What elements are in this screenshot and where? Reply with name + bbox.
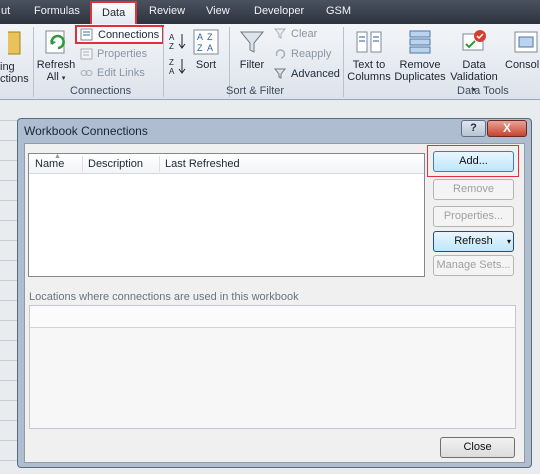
connections-icon [80, 28, 93, 41]
edit-links-button[interactable]: Edit Links [80, 67, 145, 79]
svg-text:A: A [197, 32, 203, 42]
group-separator [33, 27, 34, 97]
tab-gsm[interactable]: GSM [326, 5, 351, 17]
svg-text:Z: Z [207, 32, 213, 42]
grid-line [0, 240, 18, 241]
grid-line [0, 300, 18, 301]
grid-line [0, 440, 18, 441]
ribbon: ing ctions Refresh All ▾ Connections Pro… [0, 24, 540, 100]
connections-list[interactable]: ▲ Name Description Last Refreshed [28, 153, 425, 277]
group-separator [343, 27, 344, 97]
locations-list[interactable] [29, 305, 516, 429]
text-to-columns-button[interactable]: Text to Columns [347, 28, 391, 83]
group-separator [163, 27, 164, 97]
consolidate-button[interactable]: Consol [505, 28, 540, 71]
grid-line [0, 160, 18, 161]
group-label-connections: Connections [70, 85, 132, 97]
text-to-columns-icon [356, 31, 382, 53]
column-separator [159, 156, 160, 172]
reapply-icon [275, 49, 286, 59]
grid-line [0, 120, 18, 121]
link-icon [80, 70, 93, 76]
sort-za-button[interactable]: Z A [168, 57, 188, 78]
properties-icon [80, 48, 93, 60]
dialog-title: Workbook Connections [24, 124, 148, 138]
grid-line [0, 140, 18, 141]
existing-connections-button[interactable]: ing ctions [0, 28, 30, 85]
sort-ascending-icon: A Z [169, 33, 186, 51]
sort-button[interactable]: A Z Z A Sort [191, 28, 221, 71]
manage-sets-button[interactable]: Manage Sets... [433, 255, 514, 276]
svg-text:Z: Z [197, 43, 203, 53]
connections-button[interactable]: Connections [75, 25, 165, 44]
remove-duplicates-icon [409, 30, 431, 54]
sort-dialog-icon: A Z Z A [193, 29, 219, 55]
clear-button[interactable]: Clear [274, 27, 317, 40]
tab-developer[interactable]: Developer [254, 5, 304, 17]
svg-text:A: A [207, 43, 213, 53]
svg-text:Z: Z [169, 42, 174, 50]
grid-line [0, 420, 18, 421]
chevron-down-icon: ▾ [61, 75, 66, 82]
help-button[interactable]: ? [461, 120, 486, 137]
column-header-name[interactable]: Name [35, 158, 64, 170]
properties-button[interactable]: Properties [80, 48, 147, 60]
column-header-description[interactable]: Description [88, 158, 143, 170]
clear-filter-icon [274, 28, 287, 39]
grid-line [0, 320, 18, 321]
consolidate-icon [514, 31, 538, 53]
grid-line [0, 400, 18, 401]
grid-line [0, 260, 18, 261]
refresh-all-button[interactable]: Refresh All ▾ [36, 28, 76, 85]
grid-line [0, 180, 18, 181]
grid-line [0, 280, 18, 281]
dialog-body: ▲ Name Description Last Refreshed Add...… [24, 143, 525, 463]
tab-layout[interactable]: ut [1, 5, 10, 17]
grid-line [0, 460, 18, 461]
column-separator [82, 156, 83, 172]
reapply-button[interactable]: Reapply [274, 47, 331, 60]
grid-line [0, 340, 18, 341]
group-label-data-tools: Data Tools [457, 85, 509, 97]
workbook-connections-dialog: Workbook Connections ? X ▲ Name Descript… [17, 118, 532, 468]
refresh-all-icon [45, 30, 65, 54]
data-validation-icon [462, 30, 486, 51]
list-header: ▲ Name Description Last Refreshed [29, 153, 424, 174]
tab-data[interactable]: Data [90, 1, 138, 24]
sort-descending-icon: Z A [169, 58, 186, 76]
tab-view[interactable]: View [206, 5, 230, 17]
refresh-button[interactable]: Refresh ▾ [433, 231, 514, 252]
remove-duplicates-button[interactable]: Remove Duplicates [394, 28, 446, 83]
chevron-down-icon[interactable]: ▾ [507, 232, 511, 251]
advanced-button[interactable]: Advanced [274, 67, 340, 80]
column-header-last-refreshed[interactable]: Last Refreshed [165, 158, 240, 170]
tab-formulas[interactable]: Formulas [34, 5, 80, 17]
add-button[interactable]: Add... [433, 151, 514, 172]
grid-line [0, 220, 18, 221]
tab-review[interactable]: Review [149, 5, 185, 17]
close-icon[interactable]: X [487, 120, 527, 137]
locations-list-header [30, 306, 515, 328]
existing-connections-icon [8, 31, 21, 55]
grid-line [0, 380, 18, 381]
close-button[interactable]: Close [440, 437, 515, 458]
grid-line [0, 200, 18, 201]
svg-text:A: A [169, 67, 175, 75]
locations-label: Locations where connections are used in … [29, 291, 299, 303]
ribbon-tab-bar: ut Formulas Data Review View Developer G… [0, 0, 540, 24]
svg-text:A: A [169, 33, 175, 42]
group-label-sort-filter: Sort & Filter [226, 85, 285, 97]
grid-line [0, 360, 18, 361]
svg-text:Z: Z [169, 58, 174, 67]
advanced-filter-icon [274, 68, 287, 79]
remove-button[interactable]: Remove [433, 179, 514, 200]
properties-dialog-button[interactable]: Properties... [433, 206, 514, 227]
funnel-icon [239, 31, 265, 53]
filter-button[interactable]: Filter [235, 28, 269, 71]
sort-az-button[interactable]: A Z [168, 32, 188, 53]
